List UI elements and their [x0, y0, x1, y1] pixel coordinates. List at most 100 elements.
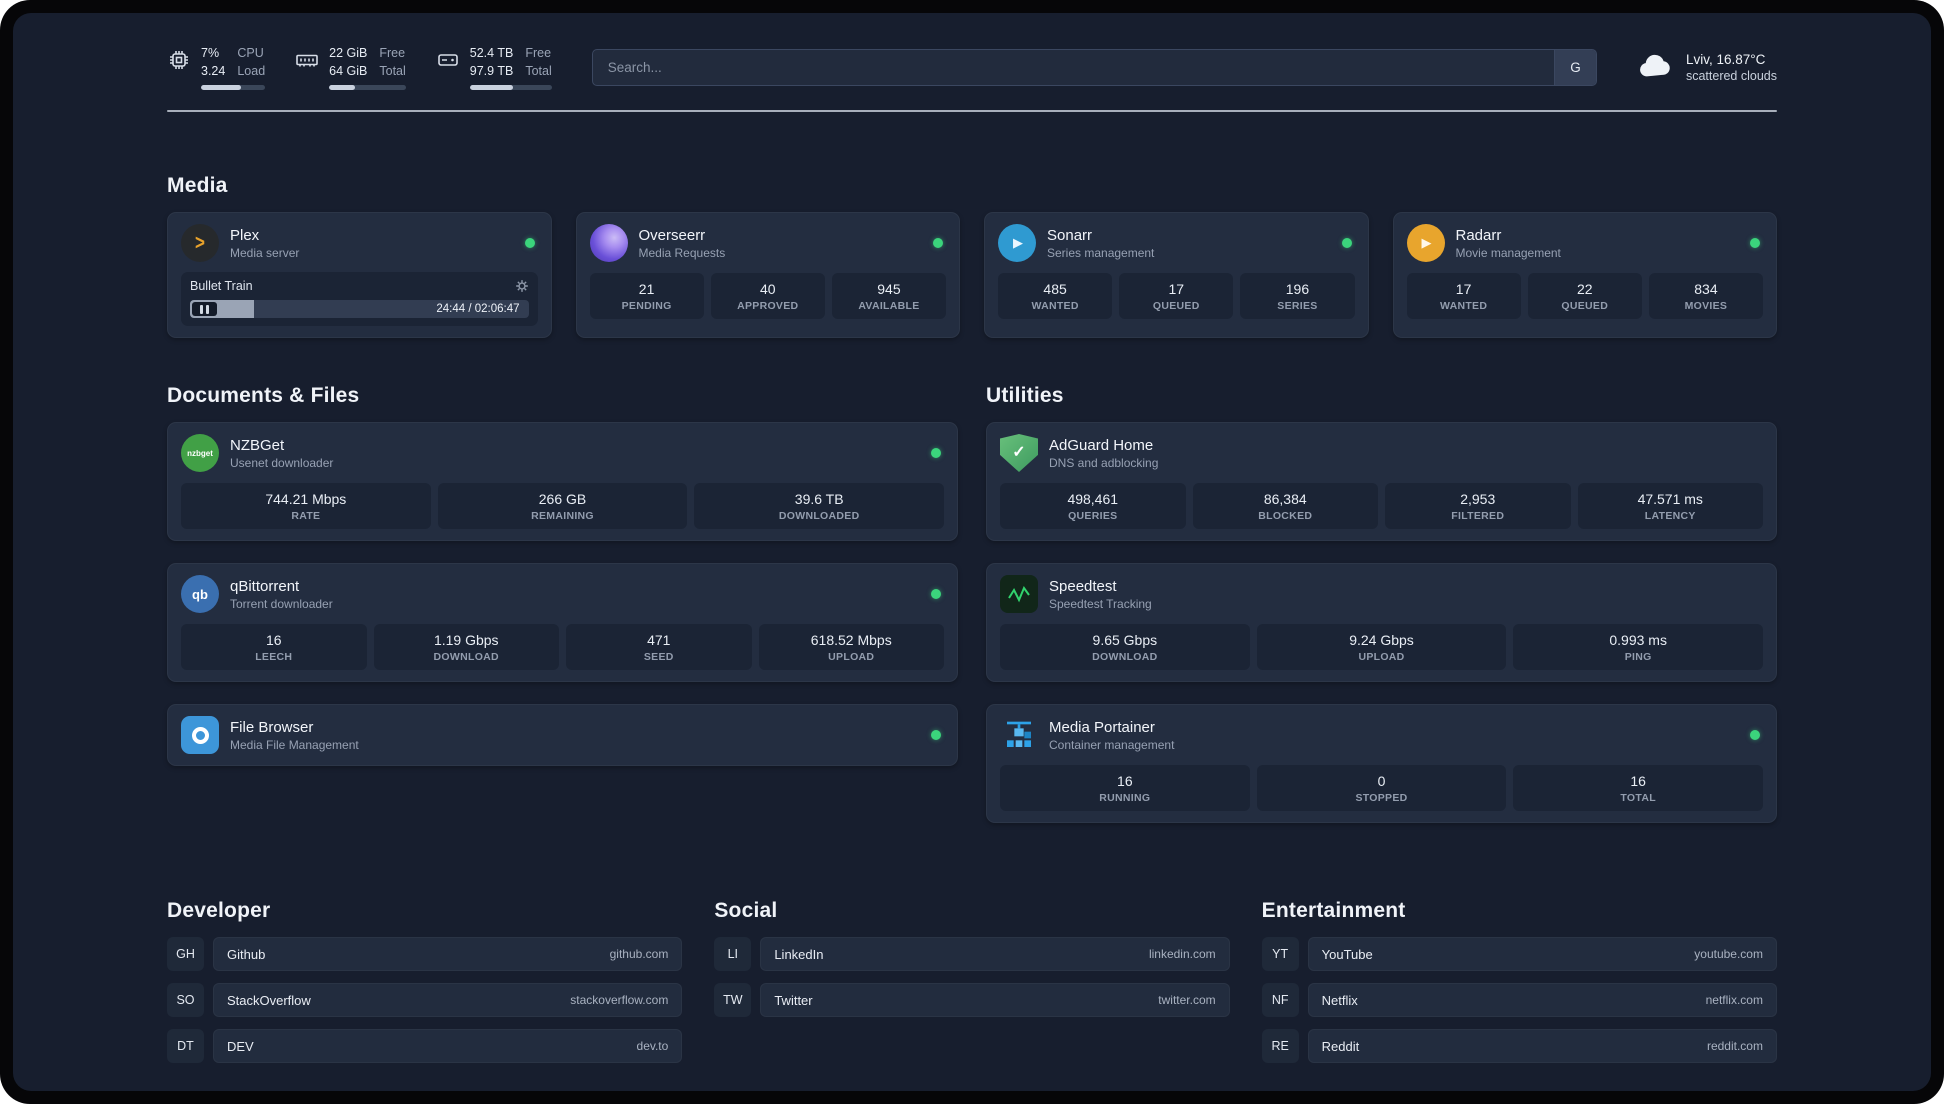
top-bar: 7% 3.24 CPU Load 22 GiB 64 GiB Free Tota… [167, 13, 1777, 90]
sonarr-icon: ▶ [998, 224, 1036, 262]
stat-tile: 22 QUEUED [1527, 273, 1642, 319]
stat-tile: 16 RUNNING [1000, 765, 1250, 811]
search-input[interactable] [592, 50, 1554, 85]
portainer-icon [1000, 716, 1038, 754]
service-link-sonarr[interactable]: ▶ Sonarr Series management [998, 224, 1355, 262]
service-link-overseerr[interactable]: Overseerr Media Requests [589, 224, 947, 262]
service-link-nzbget[interactable]: nzbget NZBGet Usenet downloader [181, 434, 944, 472]
stat-tile: 16 LEECH [181, 624, 367, 670]
service-link-adguard[interactable]: ✓ AdGuard Home DNS and adblocking [1000, 434, 1763, 472]
stat-tile: 266 GB REMAINING [437, 483, 688, 529]
bookmark-link-github[interactable]: Github github.com [213, 937, 683, 971]
service-name: Plex [230, 226, 260, 244]
stat-tile: 0.993 ms PING [1513, 624, 1764, 670]
adguard-icon: ✓ [1000, 434, 1038, 472]
stat-tile: 16 TOTAL [1513, 765, 1764, 811]
overseerr-icon [589, 224, 628, 262]
stat-tile: 17 WANTED [1406, 273, 1521, 319]
bookmark-row: DT DEV dev.to [167, 1029, 683, 1063]
stat-tile: 0 STOPPED [1256, 765, 1507, 811]
bookmark-link-youtube[interactable]: YouTube youtube.com [1307, 937, 1777, 971]
weather-location: Lviv, 16.87°C [1685, 52, 1766, 67]
pause-icon[interactable] [192, 302, 217, 316]
section-title-developer: Developer [167, 899, 271, 922]
stat-tile: 86,384 BLOCKED [1192, 483, 1378, 529]
service-card-sonarr: ▶ Sonarr Series management 485 WANTED 17 Q… [984, 212, 1369, 338]
status-dot [931, 730, 941, 740]
stat-tile: 834 MOVIES [1648, 273, 1764, 319]
bookmark-abbr: NF [1261, 983, 1299, 1017]
service-link-radarr[interactable]: ▶ Radarr Movie management [1406, 224, 1764, 262]
service-subtitle: Media server [230, 245, 300, 260]
stat-tile: 498,461 QUERIES [1000, 483, 1186, 529]
bookmark-link-linkedin[interactable]: LinkedIn linkedin.com [760, 937, 1230, 971]
service-card-plex: > Plex Media server Bullet Train 24:44 /… [167, 212, 552, 338]
cpu-icon [167, 48, 191, 77]
filebrowser-icon [181, 716, 219, 754]
cpu-load: 3.24 [201, 63, 226, 78]
stat-tile: 21 PENDING [589, 273, 704, 319]
bookmark-abbr: SO [167, 983, 204, 1017]
disk-free: 52.4 TB [469, 46, 514, 60]
bookmark-row: YT YouTube youtube.com [1261, 937, 1777, 971]
section-title-media: Media [167, 174, 228, 197]
stat-tile: 744.21 Mbps RATE [181, 483, 431, 529]
search-bar: G [591, 49, 1597, 86]
bookmark-link-netflix[interactable]: Netflix netflix.com [1307, 983, 1777, 1017]
service-link-speedtest[interactable]: Speedtest Speedtest Tracking [1000, 575, 1763, 613]
bookmark-row: LI LinkedIn linkedin.com [714, 937, 1230, 971]
service-card-nzbget: nzbget NZBGet Usenet downloader 744.21 M… [167, 422, 958, 541]
bookmark-abbr: YT [1261, 937, 1299, 971]
service-link-portainer[interactable]: Media Portainer Container management [1000, 716, 1763, 754]
bookmark-abbr: RE [1261, 1029, 1299, 1063]
cpu-progress-bar [201, 85, 266, 90]
speedtest-icon [1000, 575, 1038, 613]
bookmark-row: TW Twitter twitter.com [714, 983, 1230, 1017]
stat-tile: 39.6 TB DOWNLOADED [694, 483, 945, 529]
radarr-icon: ▶ [1406, 224, 1445, 262]
memory-progress-bar [329, 85, 406, 90]
playback-time: 24:44 / 02:06:47 [436, 303, 520, 315]
stat-tile: 9.65 Gbps DOWNLOAD [1000, 624, 1250, 670]
bookmarks-section: Developer GH Github github.com SO StackOv… [167, 899, 1777, 1091]
status-dot [524, 238, 535, 248]
bookmark-abbr: TW [714, 983, 752, 1017]
bookmark-abbr: DT [167, 1029, 204, 1063]
service-card-radarr: ▶ Radarr Movie management 17 WANTED 22 QUE… [1392, 212, 1777, 338]
service-card-portainer: Media Portainer Container management 16 R… [986, 704, 1777, 823]
status-dot [933, 238, 943, 248]
bookmark-link-twitter[interactable]: Twitter twitter.com [760, 983, 1230, 1017]
status-dot [1341, 238, 1352, 248]
stat-tile: 47.571 ms LATENCY [1577, 483, 1763, 529]
cpu-widget: 7% 3.24 CPU Load [167, 45, 266, 90]
stat-tile: 485 WANTED [998, 273, 1113, 319]
service-link-qbittorrent[interactable]: qb qBittorrent Torrent downloader [181, 575, 944, 613]
playback-progress-bar: 24:44 / 02:06:47 [190, 300, 529, 318]
section-utilities: Utilities ✓ AdGuard Home DNS and adblock… [986, 384, 1777, 823]
stat-tile: 196 SERIES [1240, 273, 1355, 319]
bookmark-row: SO StackOverflow stackoverflow.com [167, 983, 683, 1017]
resource-widgets: 7% 3.24 CPU Load 22 GiB 64 GiB Free Tota… [167, 45, 552, 90]
bookmark-link-reddit[interactable]: Reddit reddit.com [1307, 1029, 1777, 1063]
section-media: Media > Plex Media server Bullet Train 2… [167, 174, 1777, 338]
header-divider [167, 110, 1777, 112]
stat-tile: 1.19 Gbps DOWNLOAD [373, 624, 559, 670]
weather-condition: scattered clouds [1685, 69, 1777, 83]
service-link-plex[interactable]: > Plex Media server [181, 224, 538, 262]
bookmark-group-social: Social LI LinkedIn linkedin.com TW Twitte… [714, 899, 1230, 1017]
stat-tile: 618.52 Mbps UPLOAD [758, 624, 944, 670]
cloud-icon [1637, 52, 1675, 83]
bookmark-group-developer: Developer GH Github github.com SO StackOv… [167, 899, 683, 1063]
bookmark-link-stackoverflow[interactable]: StackOverflow stackoverflow.com [213, 983, 683, 1017]
service-link-filebrowser[interactable]: File Browser Media File Management [181, 716, 944, 754]
stat-tile: 40 APPROVED [710, 273, 825, 319]
bookmark-link-dev[interactable]: DEV dev.to [213, 1029, 683, 1063]
search-provider-button[interactable]: G [1553, 50, 1596, 85]
section-title-entertainment: Entertainment [1261, 899, 1406, 922]
bookmark-row: NF Netflix netflix.com [1261, 983, 1777, 1017]
service-card-overseerr: Overseerr Media Requests 21 PENDING 40 APP… [575, 212, 960, 338]
memory-icon [295, 48, 319, 77]
gear-icon[interactable] [515, 279, 529, 293]
plex-now-playing: Bullet Train 24:44 / 02:06:47 [181, 272, 538, 326]
stat-tile: 471 SEED [566, 624, 752, 670]
